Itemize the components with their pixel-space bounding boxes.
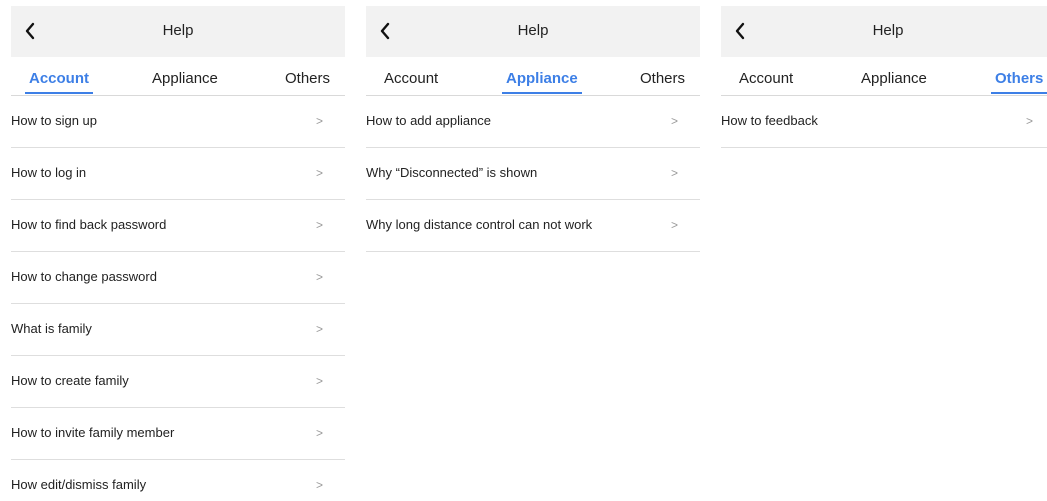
list-item-label: How to invite family member (11, 425, 175, 440)
chevron-right-icon: > (1025, 114, 1033, 128)
list-item[interactable]: How to create family > (11, 356, 345, 408)
tab-label: Others (995, 70, 1044, 87)
header-bar: Help (366, 6, 700, 57)
back-button[interactable] (18, 18, 42, 44)
active-tab-indicator (25, 92, 93, 94)
list-item-label: How to change password (11, 269, 157, 284)
list-item-label: How to add appliance (366, 113, 492, 128)
chevron-right-icon: > (315, 478, 323, 492)
help-screen-appliance: Help Account Appliance Others How to add… (366, 6, 700, 501)
chevron-right-icon: > (670, 218, 678, 232)
tab-appliance[interactable]: Appliance (861, 70, 927, 88)
chevron-right-icon: > (315, 426, 323, 440)
list-item[interactable]: How to sign up > (11, 96, 345, 148)
list-item-label: How edit/dismiss family (11, 477, 147, 492)
back-arrow-icon (25, 22, 35, 40)
tab-bar: Account Appliance Others (366, 57, 700, 96)
tab-label: Others (285, 70, 331, 87)
tab-bar: Account Appliance Others (721, 57, 1047, 96)
tab-appliance[interactable]: Appliance (152, 70, 218, 88)
header-bar: Help (11, 6, 345, 57)
page-title: Help (517, 22, 549, 39)
active-tab-indicator (991, 92, 1047, 94)
header-bar: Help (721, 6, 1047, 57)
list-item[interactable]: How edit/dismiss family > (11, 460, 345, 501)
tab-account[interactable]: Account (739, 70, 793, 88)
list-item-label: How to feedback (721, 113, 818, 128)
chevron-right-icon: > (315, 218, 323, 232)
list-item[interactable]: How to invite family member > (11, 408, 345, 460)
help-topic-list: How to sign up > How to log in > How to … (11, 96, 345, 501)
help-topic-list: How to feedback > (721, 96, 1047, 148)
list-item-label: What is family (11, 321, 92, 336)
back-arrow-icon (735, 22, 745, 40)
back-arrow-icon (380, 22, 390, 40)
list-item[interactable]: What is family > (11, 304, 345, 356)
tab-label: Appliance (506, 70, 578, 87)
tab-account[interactable]: Account (25, 70, 93, 94)
list-item[interactable]: How to log in > (11, 148, 345, 200)
chevron-right-icon: > (315, 114, 323, 128)
tab-others[interactable]: Others (640, 70, 685, 88)
tab-others[interactable]: Others (285, 70, 330, 88)
list-item[interactable]: How to find back password > (11, 200, 345, 252)
tab-label: Appliance (152, 70, 218, 87)
help-topic-list: How to add appliance > Why “Disconnected… (366, 96, 700, 252)
list-item[interactable]: Why long distance control can not work > (366, 200, 700, 252)
back-button[interactable] (728, 18, 752, 44)
tab-bar: Account Appliance Others (11, 57, 345, 96)
tab-others[interactable]: Others (991, 70, 1047, 94)
chevron-right-icon: > (315, 374, 323, 388)
chevron-right-icon: > (670, 114, 678, 128)
list-item[interactable]: How to change password > (11, 252, 345, 304)
tab-appliance[interactable]: Appliance (502, 70, 582, 94)
list-item-label: How to log in (11, 165, 87, 180)
list-item-label: Why long distance control can not work (366, 217, 593, 232)
list-item-label: Why “Disconnected” is shown (366, 165, 538, 180)
page-title: Help (162, 22, 194, 39)
chevron-right-icon: > (315, 166, 323, 180)
list-item-label: How to create family (11, 373, 129, 388)
tab-label: Others (640, 70, 686, 87)
help-screen-account: Help Account Appliance Others How to sig… (11, 6, 345, 501)
list-item-label: How to find back password (11, 217, 167, 232)
list-item[interactable]: Why “Disconnected” is shown > (366, 148, 700, 200)
list-item[interactable]: How to add appliance > (366, 96, 700, 148)
active-tab-indicator (502, 92, 582, 94)
tab-label: Appliance (861, 70, 927, 87)
tab-label: Account (739, 70, 794, 87)
list-item-label: How to sign up (11, 113, 97, 128)
tab-account[interactable]: Account (384, 70, 438, 88)
tab-label: Account (384, 70, 439, 87)
list-item[interactable]: How to feedback > (721, 96, 1047, 148)
chevron-right-icon: > (670, 166, 678, 180)
chevron-right-icon: > (315, 322, 323, 336)
page-title: Help (872, 22, 904, 39)
chevron-right-icon: > (315, 270, 323, 284)
help-screen-others: Help Account Appliance Others How to fee… (721, 6, 1047, 501)
back-button[interactable] (373, 18, 397, 44)
tab-label: Account (29, 70, 89, 87)
